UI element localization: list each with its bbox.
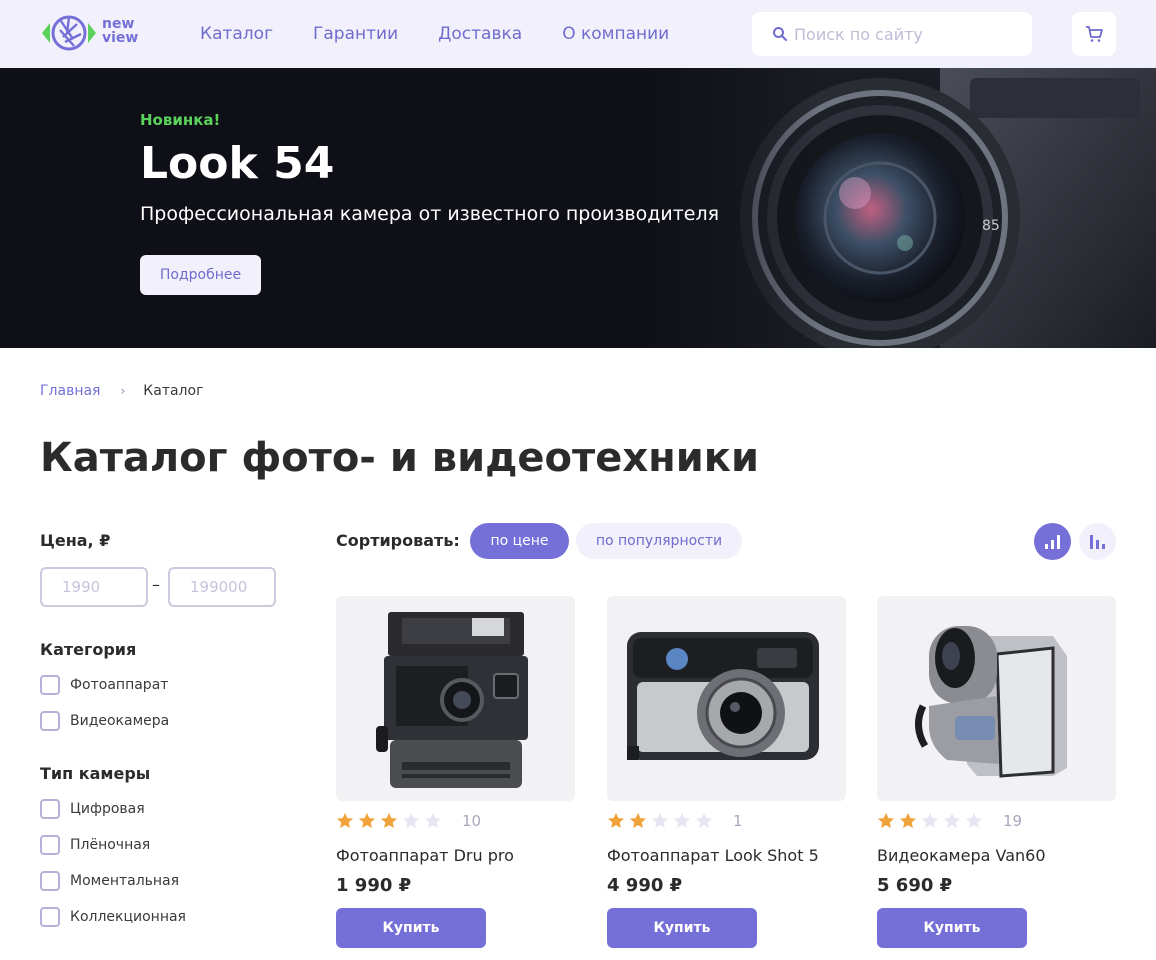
checkbox[interactable] [40,871,60,891]
product-card: 10 Фотоаппарат Dru pro 1 990 ₽ Купить [336,596,575,948]
site-header: new view Каталог Гарантии Доставка О ком… [0,0,1156,68]
product-name[interactable]: Видеокамера Van60 [877,846,1046,865]
product-price: 1 990 ₽ [336,875,412,896]
compact-film-camera-image [627,632,819,760]
camera-type-filter-heading: Тип камеры [40,764,151,783]
star-icon [607,812,625,829]
review-count: 19 [1003,812,1023,830]
sort-label: Сортировать: [336,531,460,550]
hero-banner: 85 Новинка! Look 54 Профессиональная кам… [0,68,1156,348]
product-image-polaroid[interactable] [336,596,575,801]
category-checkbox-photo[interactable]: Фотоаппарат [40,675,168,695]
cart-button[interactable] [1072,12,1116,56]
checkbox[interactable] [40,799,60,819]
buy-button[interactable]: Купить [336,908,486,948]
sort-descending-icon [1090,535,1105,549]
rating: 1 [607,812,743,830]
product-name[interactable]: Фотоаппарат Look Shot 5 [607,846,819,865]
star-icon [629,812,647,829]
star-empty-icon [921,812,939,829]
product-price: 4 990 ₽ [607,875,683,896]
nav-link-about[interactable]: О компании [562,22,669,46]
star-empty-icon [651,812,669,829]
sort-ascending-icon [1045,535,1060,549]
checkbox[interactable] [40,711,60,731]
price-max-input[interactable] [168,567,276,607]
sort-by-popularity-button[interactable]: по популярности [576,523,742,559]
nav-link-delivery[interactable]: Доставка [438,22,522,46]
type-checkbox-collectible[interactable]: Коллекционная [40,907,186,927]
product-card: 19 Видеокамера Van60 5 690 ₽ Купить [877,596,1116,948]
star-empty-icon [965,812,983,829]
price-filter-heading: Цена, ₽ [40,531,111,550]
hero-badge: Новинка! [140,111,221,129]
hero-subtitle: Профессиональная камера от известного пр… [140,203,720,225]
product-image-camcorder[interactable] [877,596,1116,801]
search-icon [773,27,787,41]
breadcrumb-home[interactable]: Главная [40,383,100,399]
checkbox[interactable] [40,835,60,855]
sort-by-price-button[interactable]: по цене [470,523,569,559]
review-count: 1 [733,812,743,830]
main-nav: Каталог Гарантии Доставка О компании [200,22,709,46]
star-icon [899,812,917,829]
price-min-input[interactable] [40,567,148,607]
star-empty-icon [402,812,420,829]
search-input[interactable] [794,12,1024,56]
logo-aperture-icon [42,15,96,51]
buy-button[interactable]: Купить [607,908,757,948]
type-checkbox-digital[interactable]: Цифровая [40,799,145,819]
star-empty-icon [673,812,691,829]
hero-more-button[interactable]: Подробнее [140,255,261,295]
star-empty-icon [943,812,961,829]
product-price: 5 690 ₽ [877,875,953,896]
star-icon [358,812,376,829]
checkbox[interactable] [40,907,60,927]
checkbox-label: Плёночная [70,837,151,853]
checkbox[interactable] [40,675,60,695]
polaroid-camera-image [376,612,528,788]
sort-descending-button[interactable] [1079,523,1116,560]
category-checkbox-video[interactable]: Видеокамера [40,711,169,731]
checkbox-label: Фотоаппарат [70,677,169,693]
price-range-dash: – [152,575,160,594]
type-checkbox-instant[interactable]: Моментальная [40,871,179,891]
breadcrumb-separator-icon: › [120,384,126,398]
rating: 19 [877,812,1022,830]
star-empty-icon [424,812,442,829]
cart-icon [1086,26,1103,42]
star-empty-icon [695,812,713,829]
breadcrumb-current: Каталог [143,383,204,399]
category-filter-heading: Категория [40,640,137,659]
checkbox-label: Цифровая [70,801,145,817]
nav-link-catalog[interactable]: Каталог [200,22,273,46]
sort-ascending-button[interactable] [1034,523,1071,560]
logo[interactable]: new view [40,12,150,54]
camcorder-image [915,626,1067,778]
star-icon [380,812,398,829]
checkbox-label: Видеокамера [70,713,170,729]
checkbox-label: Коллекционная [70,909,186,925]
checkbox-label: Моментальная [70,873,180,889]
buy-button[interactable]: Купить [877,908,1027,948]
star-icon [877,812,895,829]
star-icon [336,812,354,829]
page-title: Каталог фото- и видеотехники [40,435,759,481]
rating: 10 [336,812,481,830]
logo-text: new view [102,16,139,46]
hero-title: Look 54 [140,138,335,189]
search-bar [752,12,1032,56]
nav-link-warranty[interactable]: Гарантии [313,22,398,46]
type-checkbox-film[interactable]: Плёночная [40,835,150,855]
product-card: 1 Фотоаппарат Look Shot 5 4 990 ₽ Купить [607,596,846,948]
review-count: 10 [462,812,482,830]
breadcrumb: Главная › Каталог [40,383,203,399]
product-image-compact-camera[interactable] [607,596,846,801]
product-name[interactable]: Фотоаппарат Dru pro [336,846,514,865]
